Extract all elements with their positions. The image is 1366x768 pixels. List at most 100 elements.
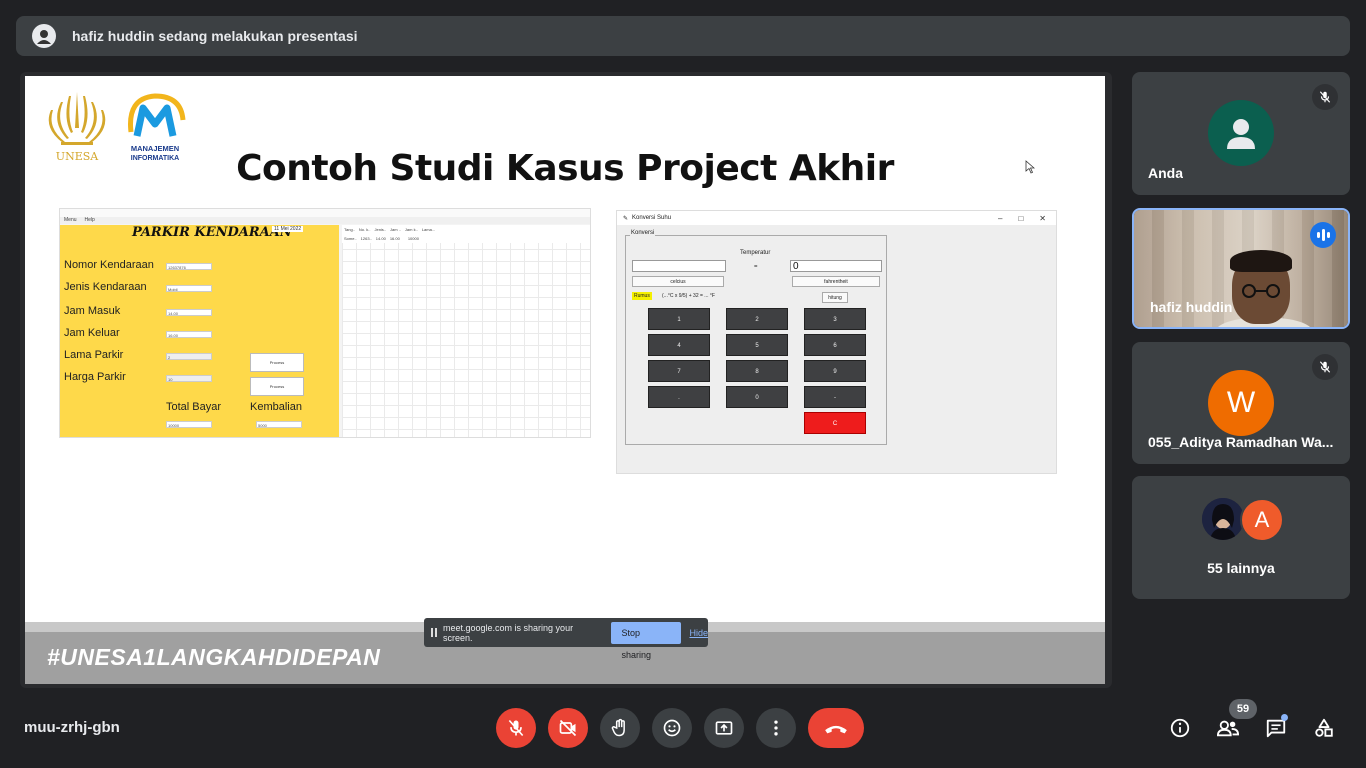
- meeting-details-button[interactable]: [1164, 712, 1196, 744]
- pause-icon: [431, 628, 437, 637]
- grid-cell: Some..: [344, 236, 357, 241]
- people-icon: [1216, 720, 1240, 737]
- fahrenheit-input: 0: [790, 260, 882, 272]
- celcius-input: [632, 260, 726, 272]
- presenter-avatar: [32, 24, 56, 48]
- parkir-total-label: Total Bayar: [166, 401, 222, 413]
- speaking-indicator-icon: [1310, 222, 1336, 248]
- grid-cell: 1263..: [360, 236, 372, 241]
- fahrenheit-combobox: fahrentheit: [792, 276, 880, 287]
- parkir-label: Jam Masuk: [64, 305, 121, 317]
- participant-tile-self[interactable]: Anda: [1132, 72, 1350, 195]
- leave-call-button[interactable]: [808, 708, 864, 748]
- mic-off-icon: [1312, 354, 1338, 380]
- key-2: 2: [726, 308, 788, 330]
- parkir-label: Jenis Kendaraan: [64, 281, 147, 293]
- key-9: 9: [804, 360, 866, 382]
- key-6: 6: [804, 334, 866, 356]
- konversi-titlebar: ✎ Konversi Suhu – □ ✕: [617, 211, 1056, 225]
- grid-row: Some.. 1263.. 14.00 16.00 10000: [342, 234, 590, 243]
- camera-toggle-button[interactable]: [548, 708, 588, 748]
- grid-cell: 16.00: [389, 236, 400, 241]
- mic-off-icon: [1312, 84, 1338, 110]
- present-icon: [715, 721, 733, 735]
- parkir-field: 14.00: [166, 309, 212, 316]
- parkir-label: Lama Parkir: [64, 349, 124, 361]
- celcius-combobox: celcius: [632, 276, 724, 287]
- key-7: 7: [648, 360, 710, 382]
- footer-hashtag: #UNESA1LANGKAHDIDEPAN: [47, 644, 381, 670]
- avatar: A: [1240, 498, 1284, 542]
- parkir-field: 16.00: [166, 331, 212, 338]
- grid-header: Tang.. No. k.. Jenis.. Jam .. Jam k.. La…: [342, 225, 590, 234]
- more-vert-icon: [774, 720, 778, 736]
- konversi-window-title: Konversi Suhu: [632, 215, 672, 221]
- feather-icon: ✎: [623, 215, 629, 222]
- parkir-process-button: Process: [250, 377, 304, 396]
- parkir-menu-item: Help: [84, 217, 95, 223]
- key-dot: .: [648, 386, 710, 408]
- info-icon: [1170, 718, 1190, 738]
- screen-share-notice: meet.google.com is sharing your screen. …: [424, 618, 708, 660]
- emoji-icon: [663, 719, 681, 737]
- equals-sign: =: [754, 264, 758, 270]
- parkir-process-button: Process: [250, 353, 304, 372]
- parkir-heading: PARKIR KENDARAAN: [132, 225, 292, 240]
- present-screen-button[interactable]: [704, 708, 744, 748]
- parkir-field: 2: [166, 353, 212, 360]
- konversi-group: Konversi Temperatur = 0 celcius fahrenth…: [625, 230, 887, 445]
- parkir-field: 12637876: [166, 263, 212, 270]
- raise-hand-button[interactable]: [600, 708, 640, 748]
- close-icon: ✕: [1039, 213, 1046, 223]
- key-0: 0: [726, 386, 788, 408]
- mic-off-icon: [508, 719, 524, 737]
- parkir-date: 11 Mei 2022: [272, 226, 304, 232]
- chat-unread-dot: [1281, 714, 1288, 721]
- glasses-icon: [1242, 284, 1280, 298]
- avatar: W: [1208, 370, 1274, 436]
- konversi-app-screenshot: ✎ Konversi Suhu – □ ✕ Konversi Temperatu…: [616, 210, 1057, 474]
- key-4: 4: [648, 334, 710, 356]
- participant-name: hafiz huddin: [1150, 299, 1233, 315]
- grid-header-cell: Jam ..: [390, 227, 401, 232]
- key-1: 1: [648, 308, 710, 330]
- end-call-icon: [825, 725, 847, 734]
- parkir-label: Harga Parkir: [64, 371, 126, 383]
- participant-tile-hafiz[interactable]: hafiz huddin: [1132, 208, 1350, 329]
- hitung-button: hitung: [822, 292, 848, 303]
- grid-header-cell: Tang..: [344, 227, 355, 232]
- participant-name: 055_Aditya Ramadhan Wa...: [1148, 434, 1334, 450]
- participant-tile-more[interactable]: A 55 lainnya: [1132, 476, 1350, 599]
- hide-link[interactable]: Hide: [689, 628, 708, 638]
- avatar: [1208, 100, 1274, 166]
- activities-button[interactable]: [1308, 712, 1340, 744]
- mic-toggle-button[interactable]: [496, 708, 536, 748]
- grid-header-cell: Jam k..: [404, 227, 418, 232]
- slide-title: Contoh Studi Kasus Project Akhir: [236, 148, 894, 189]
- reactions-button[interactable]: [652, 708, 692, 748]
- stop-sharing-button[interactable]: Stop sharing: [611, 621, 682, 660]
- more-options-button[interactable]: [756, 708, 796, 748]
- formula-text: (...°C x 9/5) + 32 = ... °F: [662, 293, 715, 299]
- key-clear: C: [804, 412, 866, 434]
- temperatur-label: Temperatur: [740, 250, 771, 256]
- people-count-badge: 59: [1229, 699, 1257, 719]
- parkir-field: 10: [166, 375, 212, 382]
- key-minus: -: [804, 386, 866, 408]
- grid-cell: 10000: [407, 236, 419, 241]
- key-3: 3: [804, 308, 866, 330]
- grid-header-cell: Lama...: [421, 227, 436, 232]
- parkir-kembalian-field: 5000: [256, 421, 302, 428]
- shared-slide: UNESA MANAJEMEN INFORMATIKA Contoh Studi…: [25, 76, 1105, 684]
- parkir-field: Mobil: [166, 285, 212, 292]
- parkir-label: Nomor Kendaraan: [64, 259, 154, 271]
- konversi-group-label: Konversi: [630, 230, 656, 236]
- rumus-label: Rumus: [632, 292, 652, 300]
- hand-icon: [611, 718, 625, 737]
- camera-off-icon: [559, 719, 577, 737]
- presentation-stage[interactable]: UNESA MANAJEMEN INFORMATIKA Contoh Studi…: [20, 72, 1112, 688]
- person-hair: [1230, 250, 1292, 272]
- grid-header-cell: No. k..: [358, 227, 371, 232]
- key-5: 5: [726, 334, 788, 356]
- participant-tile-aditya[interactable]: W 055_Aditya Ramadhan Wa...: [1132, 342, 1350, 464]
